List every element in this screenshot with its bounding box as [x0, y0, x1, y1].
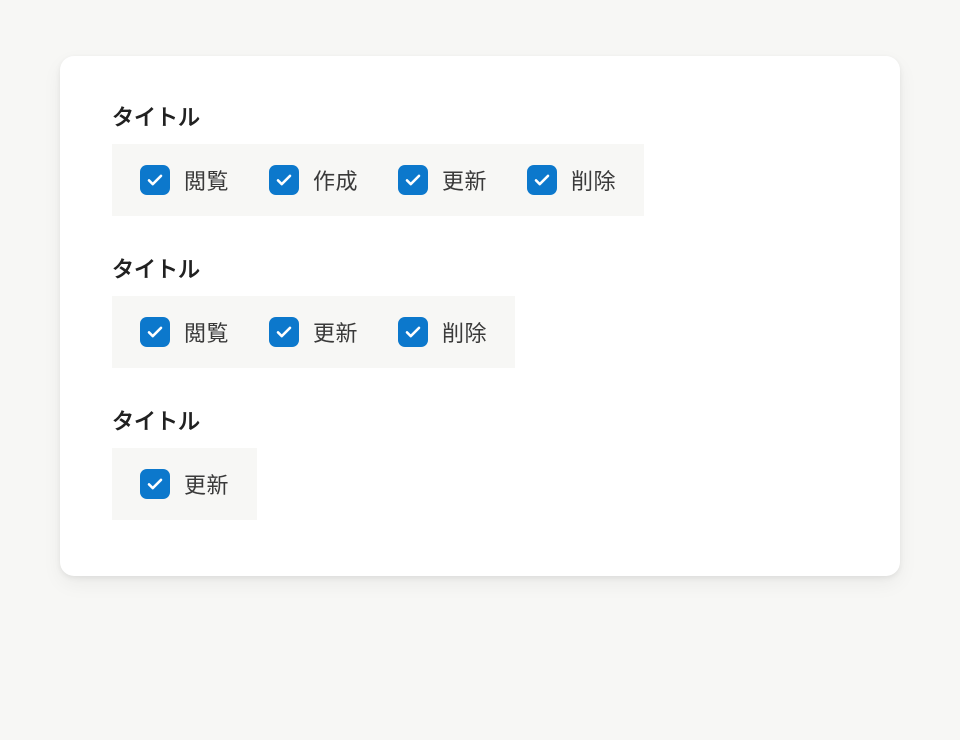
- checkbox-checked-icon[interactable]: [269, 317, 299, 347]
- group-title: タイトル: [112, 252, 848, 284]
- option-label: 更新: [313, 316, 358, 348]
- checkbox-checked-icon[interactable]: [140, 317, 170, 347]
- options-row: 閲覧 更新 削除: [112, 296, 515, 368]
- option-label: 削除: [571, 164, 616, 196]
- checkbox-checked-icon[interactable]: [269, 165, 299, 195]
- option-delete[interactable]: 削除: [398, 316, 487, 348]
- option-delete[interactable]: 削除: [527, 164, 616, 196]
- group-title: タイトル: [112, 404, 848, 436]
- settings-card: タイトル 閲覧 作成 更新: [60, 56, 900, 576]
- option-view[interactable]: 閲覧: [140, 164, 229, 196]
- checkbox-checked-icon[interactable]: [527, 165, 557, 195]
- group-title: タイトル: [112, 100, 848, 132]
- permission-group: タイトル 閲覧 更新 削除: [112, 252, 848, 368]
- option-label: 更新: [442, 164, 487, 196]
- options-row: 閲覧 作成 更新 削除: [112, 144, 644, 216]
- options-row: 更新: [112, 448, 257, 520]
- checkbox-checked-icon[interactable]: [398, 165, 428, 195]
- option-label: 更新: [184, 468, 229, 500]
- checkbox-checked-icon[interactable]: [140, 469, 170, 499]
- option-create[interactable]: 作成: [269, 164, 358, 196]
- option-label: 閲覧: [184, 164, 229, 196]
- option-label: 削除: [442, 316, 487, 348]
- option-update[interactable]: 更新: [140, 468, 229, 500]
- option-label: 作成: [313, 164, 358, 196]
- permission-group: タイトル 更新: [112, 404, 848, 520]
- checkbox-checked-icon[interactable]: [398, 317, 428, 347]
- permission-group: タイトル 閲覧 作成 更新: [112, 100, 848, 216]
- option-label: 閲覧: [184, 316, 229, 348]
- checkbox-checked-icon[interactable]: [140, 165, 170, 195]
- option-update[interactable]: 更新: [269, 316, 358, 348]
- option-update[interactable]: 更新: [398, 164, 487, 196]
- option-view[interactable]: 閲覧: [140, 316, 229, 348]
